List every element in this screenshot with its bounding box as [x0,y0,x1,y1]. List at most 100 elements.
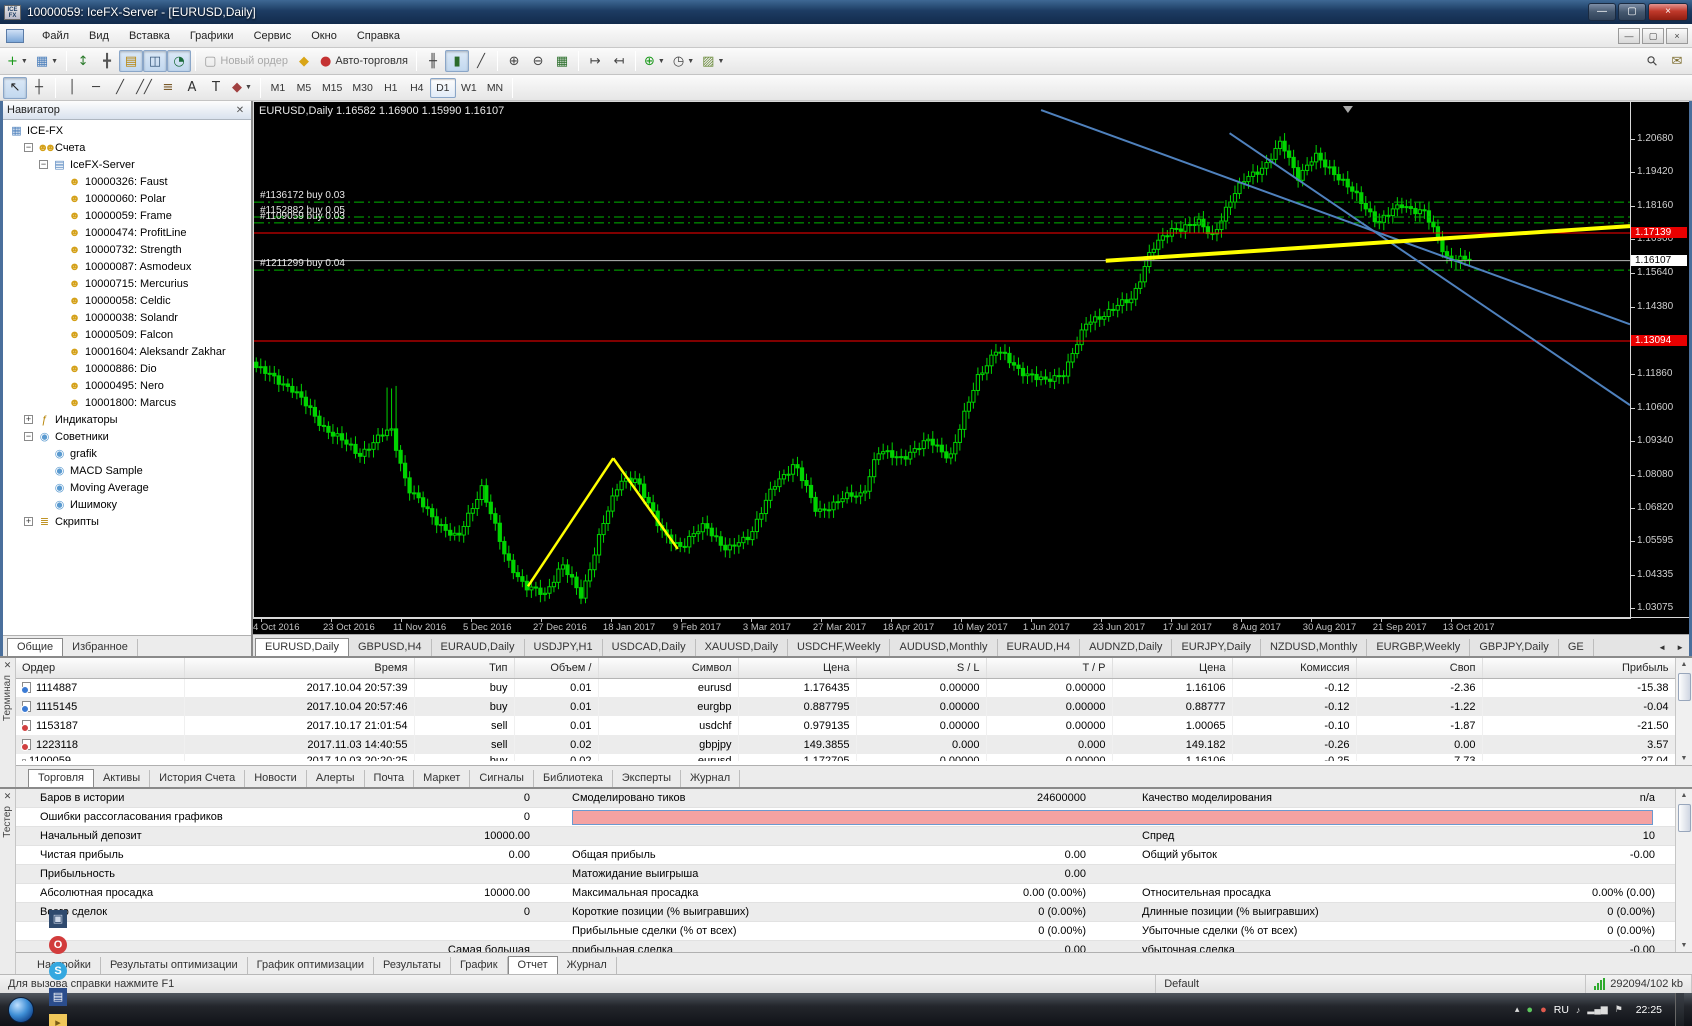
network-icon[interactable]: ▂▄▆ [1587,1004,1607,1015]
scroll-up-icon[interactable]: ▲ [1681,658,1688,671]
navigator-button[interactable]: ▤ [119,50,144,72]
timeframe-d1[interactable]: D1 [429,77,456,98]
tray-app-icon-green[interactable]: ● [1526,1004,1533,1016]
expand-icon[interactable]: + [24,517,33,526]
line-chart-button[interactable]: ╱ [469,50,493,72]
tree-item-23[interactable]: + ≣ Скрипты [3,513,251,530]
auto-trading-button[interactable]: ● Авто-торговля [316,50,412,72]
column-header-6[interactable]: S / L [856,658,987,679]
column-header-4[interactable]: Символ [598,658,739,679]
terminal-tab-8[interactable]: Библиотека [534,770,613,787]
tree-item-3[interactable]: ☻ 10000326: Faust [3,173,251,190]
tree-item-0[interactable]: ▦ ICE-FX [3,122,251,139]
scroll-down-icon[interactable]: ▼ [1681,939,1688,952]
chart-tab-10[interactable]: EURJPY,Daily [1172,639,1261,656]
tree-item-17[interactable]: + ƒ Индикаторы [3,411,251,428]
tray-app-icon-red[interactable]: ● [1540,1004,1547,1016]
text-label-button[interactable]: T [204,77,228,99]
show-desktop-button[interactable] [1675,993,1684,1026]
tester-tab-2[interactable]: График оптимизации [248,957,374,974]
scroll-down-icon[interactable]: ▼ [1681,752,1688,765]
terminal-tab-7[interactable]: Сигналы [470,770,534,787]
strategy-tester-button[interactable]: ◔ [167,50,192,72]
column-header-7[interactable]: T / P [986,658,1113,679]
column-header-9[interactable]: Комиссия [1232,658,1357,679]
menu-item-2[interactable]: Вставка [119,27,180,45]
timeframe-mn[interactable]: MN [482,78,508,98]
search-button[interactable]: ⚲ [1641,50,1665,72]
status-profile[interactable]: Default [1156,975,1587,993]
terminal-tab-2[interactable]: История Счета [150,770,246,787]
crosshair-button[interactable]: ┼ [27,77,51,99]
price-axis[interactable]: 1.20680 1.19420 1.18160 1.16900 1.15640 1.143… [1630,101,1689,618]
tester-tab-4[interactable]: График [451,957,508,974]
close-button[interactable]: × [1648,3,1688,21]
start-button[interactable] [8,996,34,1023]
chart-tab-8[interactable]: EURAUD,H4 [998,639,1081,656]
terminal-close-icon[interactable]: ✕ [4,658,12,673]
menu-item-5[interactable]: Окно [301,27,347,45]
zoom-out-button[interactable]: ⊖ [526,50,550,72]
column-header-3[interactable]: Объем / [514,658,599,679]
navigator-tab-common[interactable]: Общие [7,638,64,657]
chart-tab-13[interactable]: GBPJPY,Daily [1470,639,1559,656]
chart-tab-7[interactable]: AUDUSD,Monthly [890,639,998,656]
cursor-button[interactable]: ↖ [3,76,27,99]
tree-item-20[interactable]: ◉ MACD Sample [3,462,251,479]
column-header-10[interactable]: Своп [1356,658,1483,679]
tree-item-19[interactable]: ◉ grafik [3,445,251,462]
timeframe-m30[interactable]: M30 [347,78,377,98]
menu-item-0[interactable]: Файл [32,27,79,45]
chart-tab-11[interactable]: NZDUSD,Monthly [1261,639,1368,656]
tree-item-18[interactable]: − ◉ Советники [3,428,251,445]
terminal-tab-4[interactable]: Алерты [307,770,365,787]
community-chat-button[interactable]: ✉ [1665,50,1689,72]
taskbar-icon-skype[interactable]: S [44,958,72,984]
tree-item-15[interactable]: ☻ 10000495: Nero [3,377,251,394]
date-axis[interactable]: 4 Oct 2016 23 Oct 2016 11 Nov 2016 5 Dec 20… [253,618,1631,634]
tree-item-13[interactable]: ☻ 10001604: Aleksandr Zakhar [3,343,251,360]
column-header-11[interactable]: Прибыль [1482,658,1675,679]
scroll-right-icon[interactable]: ► [1671,639,1689,656]
table-row[interactable]: 1115145 2017.10.04 20:57:46 buy 0.01 eurgbp 0… [16,697,1675,716]
menu-item-3[interactable]: Графики [180,27,244,45]
indicators-button[interactable]: ⊕ ▼ [640,50,669,72]
equidistant-channel-button[interactable]: ╱╱ [132,77,156,99]
terminal-tab-6[interactable]: Маркет [414,770,471,787]
tester-tab-5[interactable]: Отчет [507,956,558,975]
collapse-icon[interactable]: − [39,160,48,169]
chart-tab-5[interactable]: XAUUSD,Daily [696,639,788,656]
tester-scrollbar[interactable]: ▲ ▼ [1675,789,1692,952]
candlestick-chart-button[interactable]: ▮ [445,50,470,72]
terminal-tab-10[interactable]: Журнал [681,770,741,787]
fibonacci-button[interactable]: ≡ [156,77,180,99]
taskbar-clock[interactable]: 22:25 [1630,1004,1668,1016]
new-chart-button[interactable]: + ▼ [3,50,32,72]
navigator-close-icon[interactable]: ✕ [233,105,247,116]
terminal-scrollbar[interactable]: ▲ ▼ [1675,658,1692,765]
tree-item-5[interactable]: ☻ 10000059: Frame [3,207,251,224]
terminal-tab-5[interactable]: Почта [365,770,415,787]
collapse-icon[interactable]: − [24,143,33,152]
chart-tab-14[interactable]: GE [1559,639,1594,656]
periods-button[interactable]: ◷ ▼ [669,50,698,72]
taskbar-icon-opera-browser[interactable]: O [44,932,72,958]
tester-tab-3[interactable]: Результаты [374,957,451,974]
chart-tab-3[interactable]: USDJPY,H1 [525,639,603,656]
tree-item-11[interactable]: ☻ 10000038: Solandr [3,309,251,326]
tree-item-1[interactable]: − ☻☻ Счета [3,139,251,156]
tree-item-12[interactable]: ☻ 10000509: Falcon [3,326,251,343]
bar-chart-button[interactable]: ╫ [421,50,445,72]
chart-canvas[interactable]: EURUSD,Daily 1.16582 1.16900 1.15990 1.1… [253,101,1631,618]
chart-shift-button[interactable]: ↤ [607,50,631,72]
chart-tab-6[interactable]: USDCHF,Weekly [788,639,891,656]
column-header-1[interactable]: Время [184,658,415,679]
taskbar-icon-file-manager[interactable]: ▤ [44,984,72,1010]
tree-item-7[interactable]: ☻ 10000732: Strength [3,241,251,258]
tree-item-8[interactable]: ☻ 10000087: Asmodeux [3,258,251,275]
expand-icon[interactable]: + [24,415,33,424]
timeframe-m5[interactable]: M5 [291,78,317,98]
scroll-thumb[interactable] [1677,804,1691,832]
volume-icon[interactable]: ♪ [1576,1005,1581,1015]
scroll-thumb[interactable] [1677,673,1691,701]
